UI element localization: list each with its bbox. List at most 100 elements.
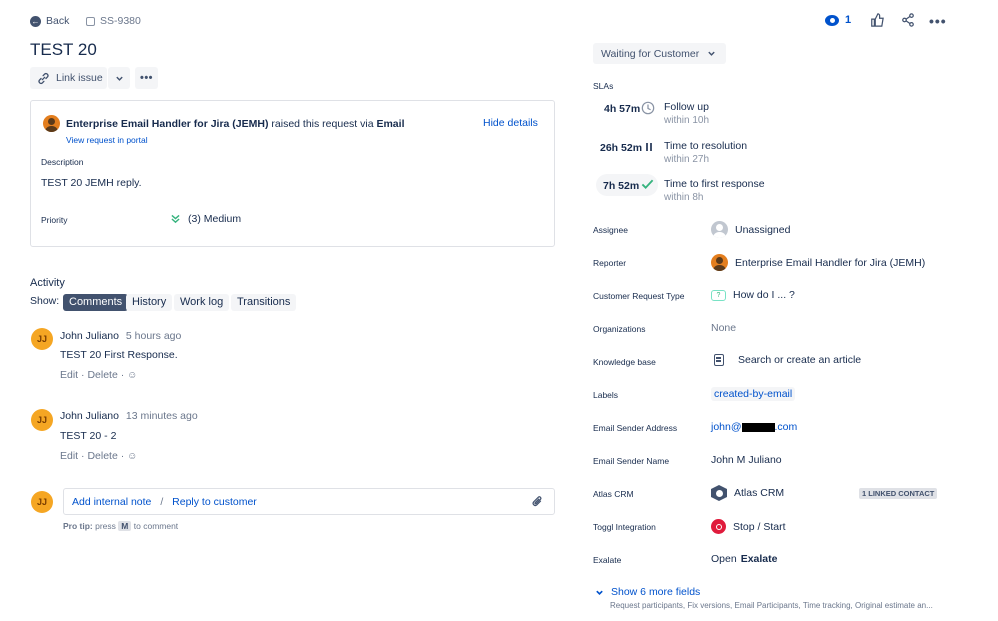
field-label-atlas-crm: Atlas CRM — [593, 489, 634, 499]
toggl-power-icon — [711, 519, 726, 534]
atlas-crm-value[interactable]: Atlas CRM — [711, 485, 784, 501]
issue-type-icon — [86, 16, 95, 26]
sender-name-text: John M Juliano — [711, 454, 782, 466]
field-label-sender-address: Email Sender Address — [593, 423, 678, 433]
back-label: Back — [46, 15, 70, 27]
raised-text: raised this request via — [271, 118, 374, 130]
reaction-icon[interactable]: ☺ — [127, 451, 137, 462]
more-fields-list: Request participants, Fix versions, Emai… — [610, 601, 933, 610]
priority-label: Priority — [41, 215, 68, 225]
priority-value[interactable]: (3) Medium — [171, 213, 241, 225]
link-icon — [38, 72, 49, 84]
tab-comments[interactable]: Comments — [63, 294, 129, 311]
slas-heading: SLAs — [593, 81, 614, 91]
field-label-organizations: Organizations — [593, 324, 646, 334]
knowledge-base-value[interactable]: Search or create an article — [711, 354, 861, 366]
request-type-value[interactable]: ? How do I ... ? — [711, 289, 795, 301]
exalate-prefix: Open — [711, 553, 737, 565]
organizations-text: None — [711, 322, 737, 334]
comment-time[interactable]: 5 hours ago — [126, 330, 181, 342]
sla-goal: within 27h — [664, 154, 710, 165]
more-actions-button[interactable]: ••• — [929, 13, 947, 29]
link-issue-dropdown[interactable] — [108, 67, 130, 89]
chevron-down-icon — [708, 51, 715, 56]
linked-contact-badge[interactable]: 1 LINKED CONTACT — [859, 488, 938, 499]
comment-delete-link[interactable]: Delete — [87, 369, 117, 381]
knowledge-base-text: Search or create an article — [738, 354, 862, 366]
exalate-name: Exalate — [740, 553, 778, 565]
sender-address-value[interactable]: john@ .com — [711, 421, 797, 433]
reporter-value[interactable]: Enterprise Email Handler for Jira (JEMH) — [711, 254, 925, 271]
activity-heading: Activity — [30, 277, 65, 289]
show-label: Show: — [30, 295, 60, 307]
comment-delete-link[interactable]: Delete — [87, 450, 117, 462]
tab-transitions[interactable]: Transitions — [231, 294, 297, 311]
reaction-icon[interactable]: ☺ — [127, 370, 137, 381]
pro-tip-rest: to comment — [133, 521, 179, 531]
sender-name-value[interactable]: John M Juliano — [711, 454, 782, 466]
issue-breadcrumb[interactable]: SS-9380 — [86, 15, 141, 27]
comment-time[interactable]: 13 minutes ago — [126, 410, 198, 422]
share-button[interactable] — [901, 13, 915, 30]
comment-composer[interactable]: Add internal note / Reply to customer — [63, 488, 555, 515]
pause-icon — [646, 143, 652, 151]
field-label-exalate: Exalate — [593, 555, 622, 565]
avatar: JJ — [31, 491, 53, 513]
issue-key: SS-9380 — [100, 15, 141, 27]
like-button[interactable] — [870, 13, 884, 30]
tab-history[interactable]: History — [126, 294, 173, 311]
assignee-text: Unassigned — [735, 223, 791, 236]
pro-tip-press: press — [95, 521, 116, 531]
field-label-request-type: Customer Request Type — [593, 291, 685, 301]
pro-tip-bold: Pro tip: — [63, 521, 93, 531]
keyboard-key: M — [118, 521, 132, 531]
sla-goal: within 10h — [664, 115, 710, 126]
sla-time: 7h 52m — [603, 180, 640, 192]
more-icon: ••• — [139, 72, 154, 84]
reporter-avatar — [43, 115, 60, 132]
comment-actions: Edit · Delete · ☺ — [60, 369, 138, 381]
toggl-value[interactable]: Stop / Start — [711, 519, 786, 534]
toolbar-more-button[interactable]: ••• — [135, 67, 158, 89]
comment-edit-link[interactable]: Edit — [60, 369, 78, 381]
attachment-icon[interactable] — [531, 495, 544, 509]
link-issue-label: Link issue — [56, 72, 103, 84]
link-issue-button[interactable]: Link issue — [30, 67, 107, 89]
comment-edit-link[interactable]: Edit — [60, 450, 78, 462]
comment-author[interactable]: John Juliano — [60, 410, 119, 422]
hide-details-link[interactable]: Hide details — [483, 117, 538, 129]
sla-name: Follow up — [664, 101, 709, 113]
status-dropdown[interactable]: Waiting for Customer — [593, 43, 726, 64]
description-text: TEST 20 JEMH reply. — [41, 177, 142, 189]
share-icon — [902, 13, 914, 27]
avatar: JJ — [31, 328, 53, 350]
chevron-down-icon — [115, 76, 123, 81]
show-more-fields-button[interactable]: Show 6 more fields — [595, 586, 700, 598]
comment-body: TEST 20 First Response. — [60, 349, 178, 361]
organizations-value[interactable]: None — [711, 322, 736, 334]
description-label: Description — [41, 157, 84, 167]
sla-goal: within 8h — [664, 192, 704, 203]
question-bubble-icon: ? — [711, 289, 726, 301]
sla-time-to-first-response: 7h 52m Time to first response within 8h — [596, 174, 876, 208]
watch-button[interactable]: 1 — [825, 14, 851, 26]
composer-actions: Add internal note / Reply to customer — [72, 496, 257, 508]
labels-value[interactable]: created-by-email — [711, 387, 796, 401]
comment-author[interactable]: John Juliano — [60, 330, 119, 342]
reporter-name[interactable]: Enterprise Email Handler for Jira (JEMH) — [66, 118, 268, 130]
tab-work-log[interactable]: Work log — [174, 294, 230, 311]
atlas-crm-logo-icon — [711, 485, 727, 501]
atlas-crm-text: Atlas CRM — [734, 487, 785, 499]
channel-name: Email — [376, 118, 405, 130]
more-icon: ••• — [929, 13, 947, 29]
request-details-panel: Enterprise Email Handler for Jira (JEMH)… — [30, 100, 555, 247]
add-internal-note-button[interactable]: Add internal note — [72, 496, 151, 508]
clock-icon — [641, 101, 655, 115]
reply-to-customer-button[interactable]: Reply to customer — [172, 496, 257, 508]
label-tag[interactable]: created-by-email — [711, 387, 796, 401]
view-portal-link[interactable]: View request in portal — [66, 135, 148, 145]
sla-name: Time to first response — [664, 178, 765, 190]
assignee-value[interactable]: Unassigned — [711, 221, 790, 238]
exalate-value[interactable]: Open Exalate — [711, 553, 777, 565]
back-button[interactable]: ← Back — [30, 15, 69, 27]
